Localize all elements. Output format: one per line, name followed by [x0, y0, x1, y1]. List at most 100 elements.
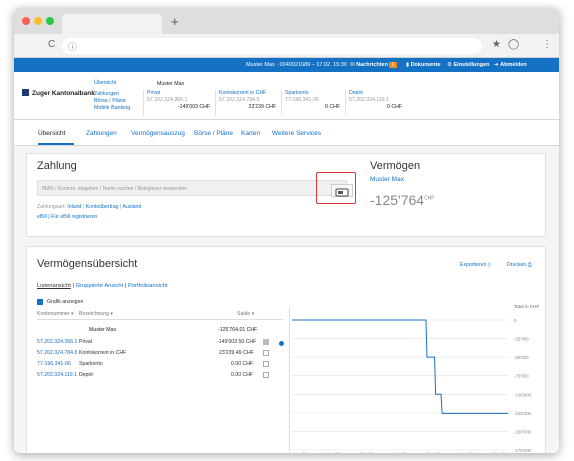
- show-chart-checkbox[interactable]: [37, 299, 43, 305]
- close-window-icon[interactable]: [22, 17, 30, 25]
- wealth-currency: CHF: [424, 195, 435, 202]
- tab-overview[interactable]: Übersicht: [38, 130, 65, 137]
- col-account-header[interactable]: Kontonummer ▾: [37, 311, 74, 317]
- row-checkbox[interactable]: [263, 350, 269, 356]
- bank-logo[interactable]: Zuger Kantonalbank: [22, 89, 95, 97]
- logout-link[interactable]: ➜ Abmelden: [494, 62, 527, 68]
- info-icon: ⓘ: [68, 42, 78, 52]
- scanner-highlight: [316, 172, 356, 204]
- menu-dots-icon[interactable]: ⋮: [542, 39, 552, 50]
- row-account[interactable]: 57.202.324.366.1: [37, 339, 77, 345]
- y-axis-title: Total in CHF: [514, 304, 539, 309]
- new-tab-icon[interactable]: +: [171, 14, 179, 29]
- owner-row-balance: -125'764.01 CHF: [218, 327, 258, 333]
- reload-icon[interactable]: C: [48, 39, 55, 50]
- balance-line-chart: Total in CHF 0 -25'000 -50'000 -75'000 -100'0…: [292, 304, 539, 453]
- header-link-payments[interactable]: Zahlungen: [94, 91, 119, 98]
- payment-type-transfer[interactable]: Kontoübertrag: [86, 204, 119, 210]
- row-checkbox[interactable]: [263, 339, 269, 345]
- header-link-mobile[interactable]: Mobile Banking: [94, 105, 130, 112]
- print-icon: ⎙: [527, 262, 532, 268]
- messages-label: Nachrichten: [356, 62, 388, 68]
- settings-label: Einstellungen: [453, 62, 490, 68]
- payment-title: Zahlung: [37, 160, 77, 172]
- url-input[interactable]: ⓘ: [62, 38, 482, 54]
- header-account-0[interactable]: Privat 57.202.324.366.1 -149'003 CHF: [143, 90, 213, 116]
- row-balance: -149'003.50 CHF: [217, 339, 257, 345]
- minimize-window-icon[interactable]: [34, 17, 42, 25]
- bank-logo-icon: [22, 89, 29, 96]
- view-grouped[interactable]: Gruppierte Ansicht: [76, 283, 124, 289]
- account-number: 57.202.324.366.1: [147, 96, 188, 103]
- tab-statement[interactable]: Vermögensauszug: [131, 130, 185, 137]
- tab-exchange[interactable]: Börse / Pläne: [194, 130, 233, 137]
- row-desc: Depot: [79, 372, 93, 378]
- header-account-1[interactable]: Kontokorrent in CHF 57.202.324.784.5 23'23…: [215, 90, 279, 116]
- account-number: 57.202.324.119.1: [349, 96, 389, 103]
- top-utility-bar: Muster Max · 0040021689 – 17.02. 15:30 ✉…: [14, 58, 559, 72]
- account-number: 57.202.324.784.5: [219, 96, 260, 103]
- header-link-overview[interactable]: Übersicht: [94, 80, 116, 87]
- tab-payments[interactable]: Zahlungen: [86, 130, 117, 137]
- col-desc-header[interactable]: Bezeichnung ▾: [79, 311, 113, 317]
- x-tick-label: Jan. 24: [460, 452, 472, 453]
- y-tick-label: -75'000: [514, 374, 529, 379]
- row-checkbox[interactable]: [263, 361, 269, 367]
- documents-label: Dokumente: [410, 62, 441, 68]
- row-desc: Kontokorrent in CHF: [79, 350, 127, 356]
- selection-dot: [279, 341, 284, 346]
- ebill-link[interactable]: eBill | Für eBill registrieren: [37, 214, 97, 220]
- y-tick-label: -150'000: [514, 429, 532, 434]
- wealth-title: Vermögen: [370, 160, 421, 172]
- row-account[interactable]: 57.202.324.784.5: [37, 350, 77, 356]
- y-tick-label: -125'000: [514, 411, 532, 416]
- account-value: -149'003 CHF: [177, 104, 210, 110]
- header-link-exchange[interactable]: Börse / Pläne: [94, 98, 126, 105]
- x-tick-label: Dez. 23: [427, 452, 440, 453]
- balance-series-line: [292, 319, 508, 414]
- bank-name: Zuger Kantonalbank: [32, 90, 95, 97]
- wealth-owner[interactable]: Muster Max: [370, 176, 404, 183]
- overview-title: Vermögensübersicht: [37, 258, 138, 270]
- profile-icon[interactable]: ◯: [508, 39, 519, 50]
- settings-link[interactable]: ⚙ Einstellungen: [447, 62, 490, 68]
- export-label: Exportieren: [460, 262, 487, 268]
- messages-badge: 1: [389, 62, 397, 68]
- x-tick-label: Nov. 23: [394, 452, 407, 453]
- row-balance: 0.00 CHF: [231, 361, 254, 367]
- bookmark-star-icon[interactable]: ★: [492, 39, 501, 50]
- view-portfolio[interactable]: Portfolioansicht: [128, 283, 168, 289]
- export-button[interactable]: Exportieren ▯: [460, 262, 491, 268]
- row-checkbox[interactable]: [263, 372, 269, 378]
- tab-services[interactable]: Weitere Services: [272, 130, 321, 137]
- col-balance-header[interactable]: Saldo ▾: [237, 311, 254, 317]
- header-account-3[interactable]: Depot 57.202.324.119.1 0 CHF: [345, 90, 405, 116]
- wealth-total-value: -125'764: [370, 192, 425, 208]
- view-list[interactable]: Listenansicht: [37, 283, 71, 289]
- row-account[interactable]: 57.202.324.119.1: [37, 372, 77, 378]
- row-desc: Privat: [79, 339, 93, 345]
- owner-row-name: Muster Max: [89, 327, 117, 333]
- maximize-window-icon[interactable]: [46, 17, 54, 25]
- browser-window: + C ⓘ ★ ◯ ⋮ Muster Max · 0040021689 – 17…: [14, 8, 559, 453]
- account-value: 0 CHF: [387, 104, 402, 110]
- y-tick-label: -25'000: [514, 337, 529, 342]
- row-desc: Sparkonto: [79, 361, 103, 367]
- header-account-2[interactable]: Sparkonto 77-196.341-06 0 CHF: [281, 90, 343, 116]
- x-tick-label: Okt. 23: [361, 452, 373, 453]
- y-tick-label: -50'000: [514, 355, 529, 360]
- messages-link[interactable]: ✉ Nachrichten 1: [350, 62, 397, 68]
- print-button[interactable]: Drucken ⎙: [507, 262, 532, 269]
- row-account[interactable]: 77-196.341-06: [37, 361, 71, 367]
- x-tick-label: Feb. 24: [494, 452, 507, 453]
- print-label: Drucken: [507, 262, 527, 268]
- tab-cards[interactable]: Karten: [241, 130, 260, 137]
- payment-type-abroad[interactable]: Ausland: [123, 204, 142, 210]
- payment-search-input[interactable]: IBAN / Kontonr. eingeben / Name suchen /…: [37, 180, 353, 197]
- payment-type-domestic[interactable]: Inland: [67, 204, 81, 210]
- payment-placeholder: IBAN / Kontonr. eingeben / Name suchen /…: [42, 186, 188, 192]
- documents-link[interactable]: ▮ Dokumente: [406, 62, 441, 68]
- browser-tab[interactable]: [62, 14, 162, 34]
- logout-label: Abmelden: [500, 62, 527, 68]
- show-chart-label: Grafik anzeigen: [47, 299, 84, 305]
